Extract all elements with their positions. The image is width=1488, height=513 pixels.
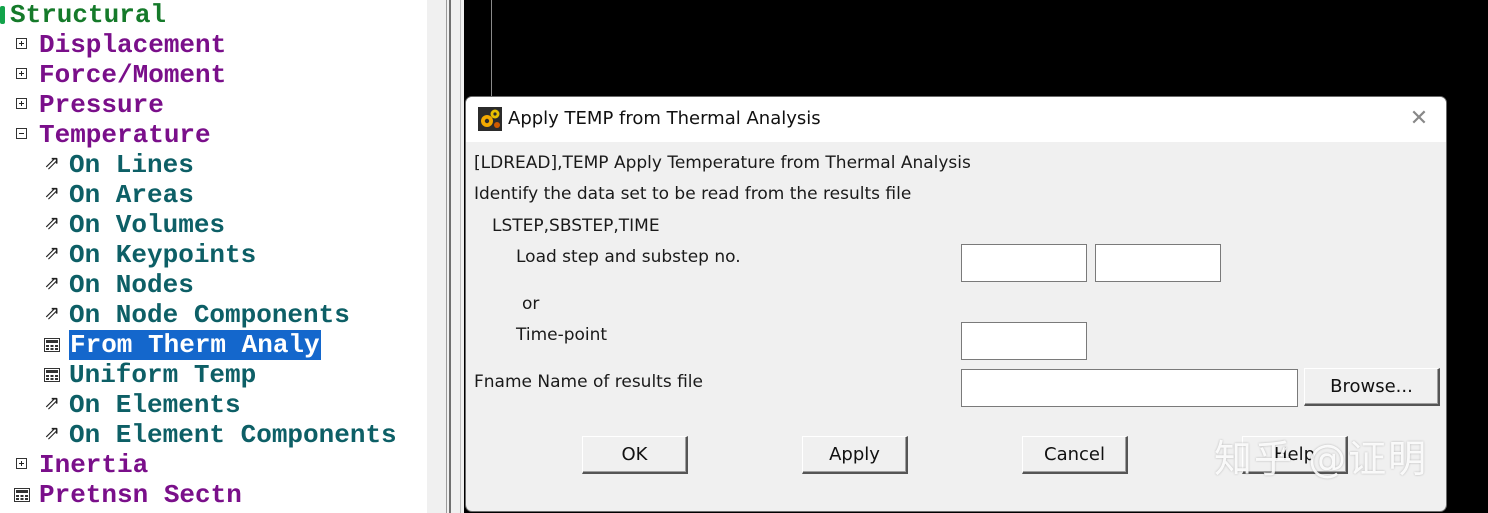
load-step-input[interactable] [961, 244, 1087, 282]
tree-branch-indicator [0, 6, 5, 24]
pick-arrow-icon: ⇗ [44, 302, 60, 324]
tree-item-label: Uniform Temp [69, 360, 257, 390]
pick-arrow-icon: ⇗ [44, 212, 60, 234]
calculator-icon [44, 338, 60, 352]
minus-box-icon[interactable] [16, 128, 27, 139]
tree-item-label: Pretnsn Sectn [39, 480, 242, 510]
graphics-border-line [491, 0, 492, 100]
ansys-gear-icon [478, 107, 502, 131]
plus-box-icon[interactable] [16, 458, 27, 469]
close-icon[interactable]: ✕ [1406, 106, 1432, 132]
pick-arrow-icon: ⇗ [44, 242, 60, 264]
time-point-label: Time-point [516, 325, 608, 345]
tree-item-label: On Lines [69, 150, 194, 180]
watermark-text: 知乎 @证明 [1214, 437, 1429, 481]
tree-item-label: Force/Moment [39, 60, 227, 90]
tree-item-label: From Therm Analy [69, 330, 321, 360]
tree-item-label: On Volumes [69, 210, 226, 240]
tree-item-label: Temperature [39, 120, 211, 150]
cancel-button[interactable]: Cancel [1022, 436, 1128, 474]
panel-splitter[interactable] [427, 0, 464, 513]
tree-item-label: On Keypoints [69, 240, 257, 270]
tree-item-label: Pressure [39, 90, 164, 120]
tree-item-label: Structural [10, 0, 167, 30]
ok-button[interactable]: OK [582, 436, 688, 474]
dialog-title: Apply TEMP from Thermal Analysis [508, 108, 821, 129]
browse-button[interactable]: Browse... [1304, 368, 1440, 406]
lstep-label: LSTEP,SBSTEP,TIME [492, 216, 660, 236]
identify-instructions: Identify the data set to be read from th… [474, 184, 912, 204]
main-menu-tree: Structural Displacement Force/Moment Press… [0, 0, 427, 513]
tree-item-label: Inertia [39, 450, 149, 480]
command-description: [LDREAD],TEMP Apply Temperature from The… [474, 153, 971, 173]
results-file-input[interactable] [961, 369, 1298, 407]
substep-input[interactable] [1095, 244, 1221, 282]
pick-arrow-icon: ⇗ [44, 392, 60, 414]
plus-box-icon[interactable] [16, 68, 27, 79]
fname-label: Fname Name of results file [474, 372, 703, 392]
pick-arrow-icon: ⇗ [44, 422, 60, 444]
pick-arrow-icon: ⇗ [44, 182, 60, 204]
pick-arrow-icon: ⇗ [44, 152, 60, 174]
plus-box-icon[interactable] [16, 38, 27, 49]
load-step-label: Load step and substep no. [516, 247, 741, 267]
tree-item-label: On Element Components [69, 420, 397, 450]
dialog-titlebar[interactable]: Apply TEMP from Thermal Analysis ✕ [466, 97, 1446, 142]
tree-item-label: Displacement [39, 30, 227, 60]
calculator-icon [44, 368, 60, 382]
tree-item-label: On Nodes [69, 270, 194, 300]
time-point-input[interactable] [961, 322, 1087, 360]
or-label: or [522, 294, 540, 314]
plus-box-icon[interactable] [16, 98, 27, 109]
tree-item-label: On Node Components [69, 300, 350, 330]
calculator-icon [14, 488, 30, 502]
tree-item-label: On Elements [69, 390, 241, 420]
apply-button[interactable]: Apply [802, 436, 908, 474]
pick-arrow-icon: ⇗ [44, 272, 60, 294]
tree-item-label: On Areas [69, 180, 194, 210]
